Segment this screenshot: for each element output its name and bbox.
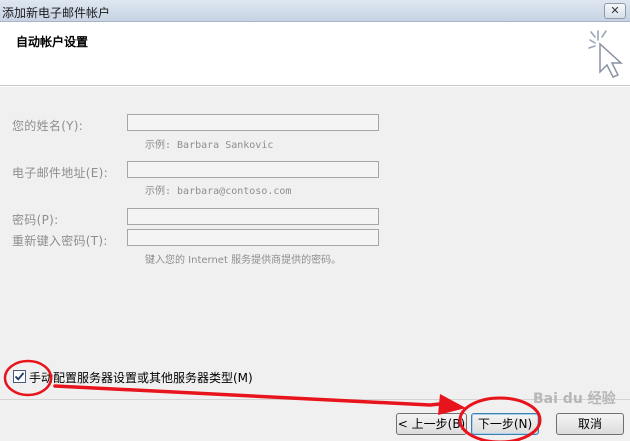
watermark: Bai du 经验 [533, 391, 616, 407]
manual-config-label: 手动配置服务器设置或其他服务器类型(M) [29, 371, 253, 385]
name-input[interactable] [127, 114, 379, 131]
name-hint: 示例: Barbara Sankovic [145, 140, 274, 151]
name-label: 您的姓名(Y): [12, 119, 84, 133]
email-hint: 示例: barbara@contoso.com [145, 186, 292, 197]
wizard-header: 自动帐户设置 [0, 22, 630, 86]
password-label: 密码(P): [12, 213, 59, 227]
close-icon: ✕ [610, 4, 620, 17]
password-hint: 键入您的 Internet 服务提供商提供的密码。 [145, 255, 342, 266]
page-title: 自动帐户设置 [16, 35, 89, 49]
next-button[interactable]: 下一步(N) > [471, 413, 539, 441]
email-input[interactable] [127, 161, 379, 178]
window-title: 添加新电子邮件帐户 [2, 6, 111, 20]
password-input[interactable] [127, 208, 379, 225]
close-button[interactable]: ✕ [604, 3, 626, 19]
retype-password-label: 重新键入密码(T): [12, 234, 108, 248]
back-button[interactable]: < 上一步(B) [396, 413, 467, 435]
cancel-button[interactable]: 取消 [556, 413, 624, 435]
cursor-sparkle-icon [588, 30, 623, 78]
retype-password-input[interactable] [127, 229, 379, 246]
manual-config-checkbox[interactable] [13, 370, 26, 383]
email-label: 电子邮件地址(E): [12, 166, 108, 180]
checkmark-icon [14, 372, 25, 381]
title-bar: 添加新电子邮件帐户 ✕ [0, 0, 630, 22]
